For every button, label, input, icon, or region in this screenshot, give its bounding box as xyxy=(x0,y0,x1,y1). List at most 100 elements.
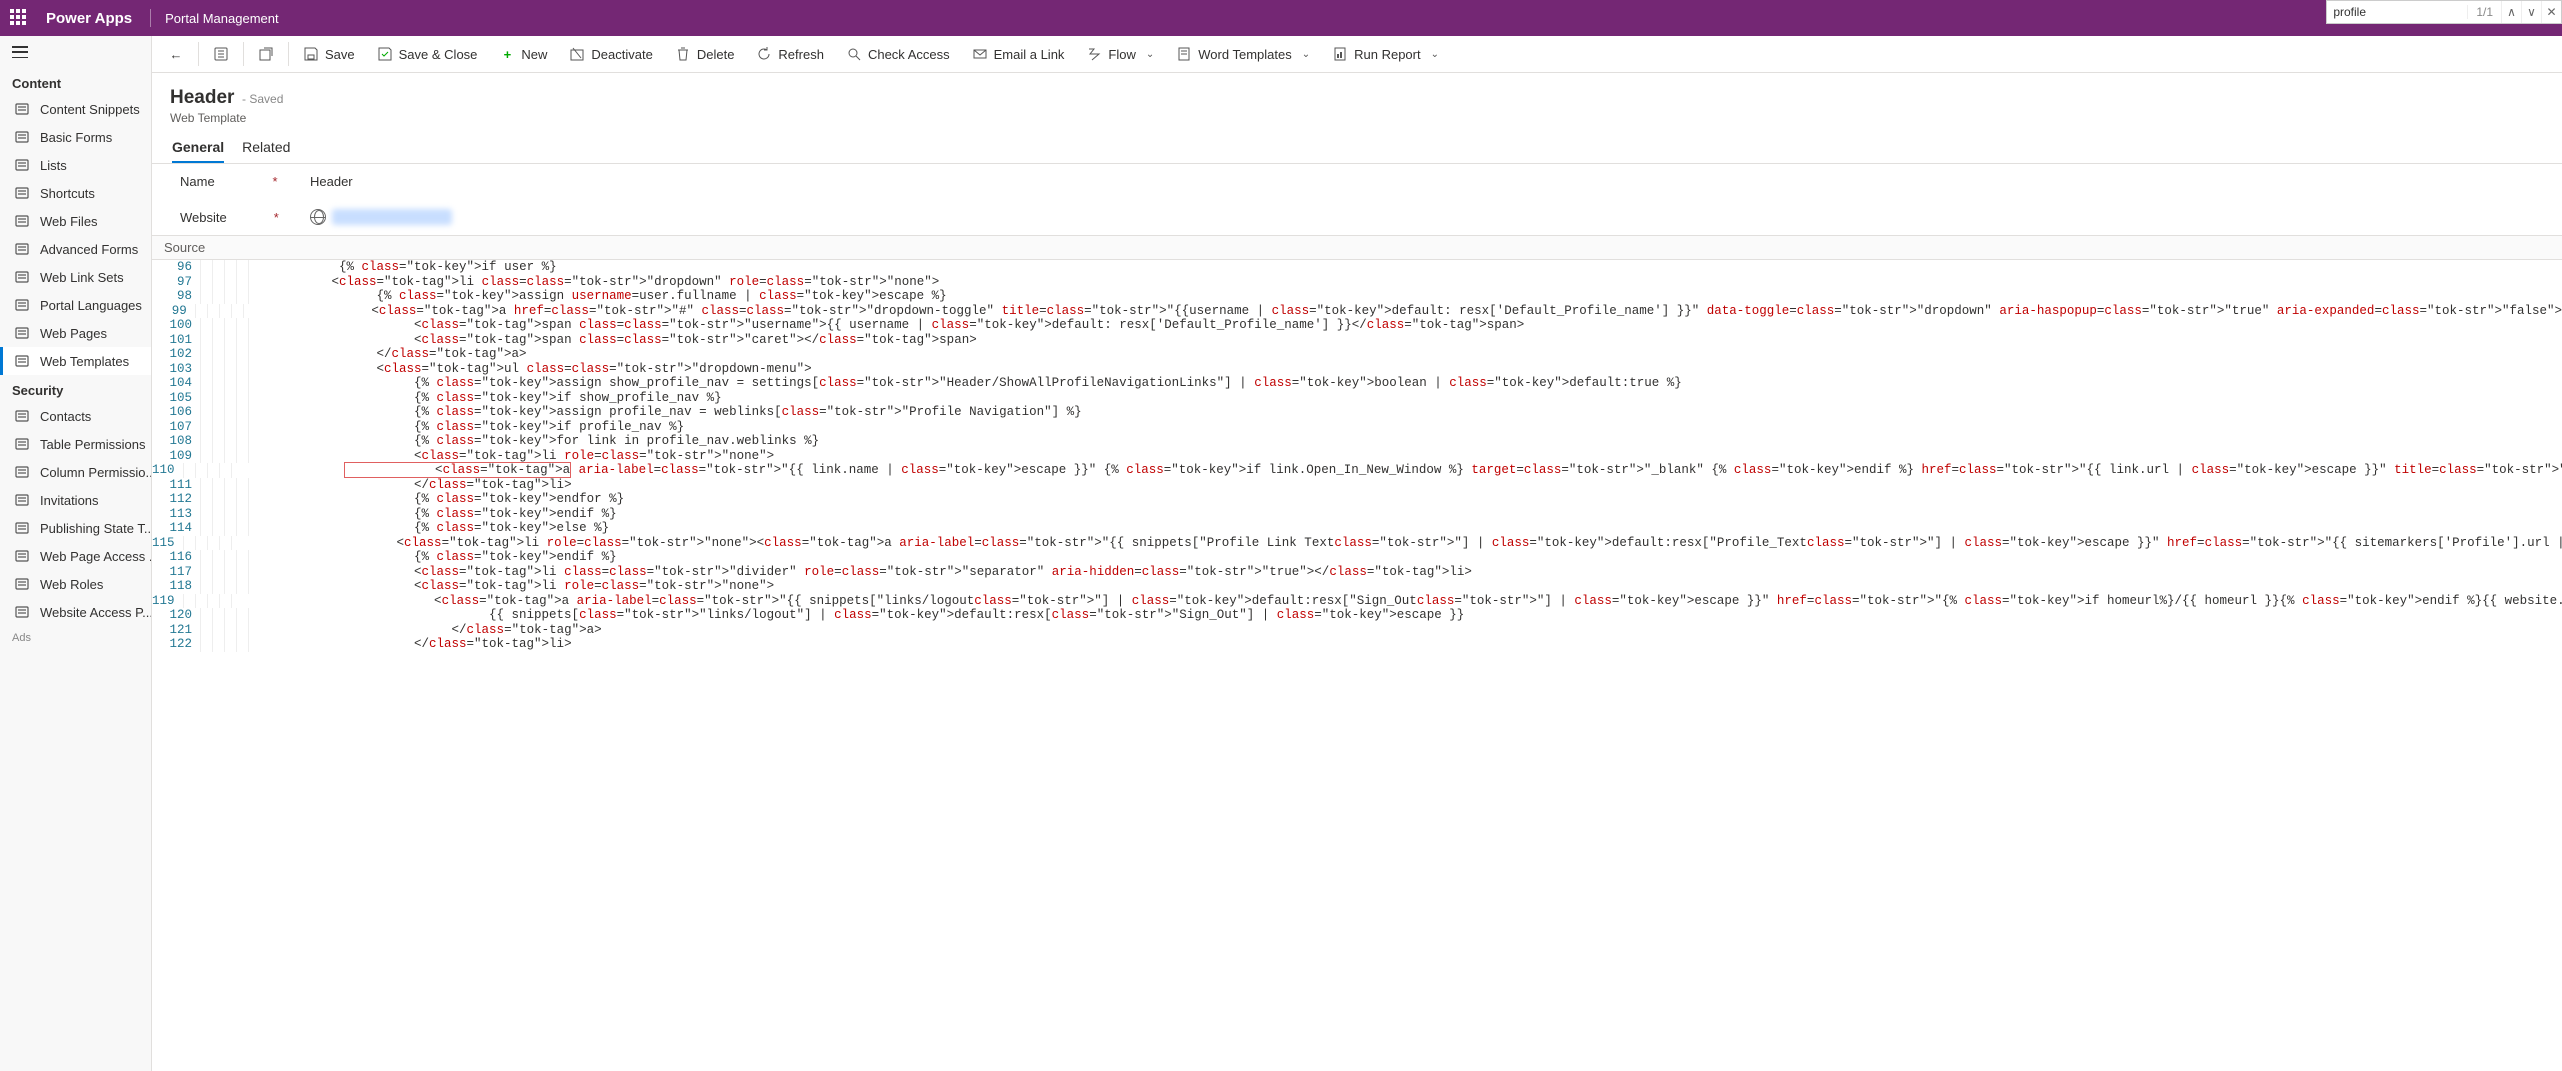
code-line[interactable]: 109 <class="tok-tag">li role=class="tok-… xyxy=(152,449,2562,464)
nav-footer-ads: Ads xyxy=(0,626,151,650)
nav-item-label: Web Link Sets xyxy=(40,270,124,285)
code-line[interactable]: 112 {% class="tok-key">endfor %} xyxy=(152,492,2562,507)
nav-item-icon xyxy=(14,129,30,145)
code-line[interactable]: 117 <class="tok-tag">li class=class="tok… xyxy=(152,565,2562,580)
sidebar-item-contacts[interactable]: Contacts xyxy=(0,402,151,430)
sidebar-item-table-permissions[interactable]: Table Permissions xyxy=(0,430,151,458)
name-input[interactable]: Header xyxy=(310,174,353,189)
plus-icon: + xyxy=(499,46,515,62)
record-set-button[interactable] xyxy=(203,36,239,72)
code-line[interactable]: 101 <class="tok-tag">span class=class="t… xyxy=(152,333,2562,348)
new-button[interactable]: +New xyxy=(489,36,557,72)
code-line[interactable]: 103 <class="tok-tag">ul class=class="tok… xyxy=(152,362,2562,377)
nav-item-label: Contacts xyxy=(40,409,91,424)
nav-item-label: Lists xyxy=(40,158,67,173)
field-row-name: Name * Header xyxy=(152,164,2562,199)
find-input[interactable]: profile xyxy=(2327,5,2467,19)
nav-item-icon xyxy=(14,185,30,201)
nav-toggle-button[interactable] xyxy=(0,36,151,68)
code-line[interactable]: 115 <class="tok-tag">li role=class="tok-… xyxy=(152,536,2562,551)
run-report-button[interactable]: Run Report⌄ xyxy=(1322,36,1449,72)
sidebar-item-publishing-states[interactable]: Publishing State T... xyxy=(0,514,151,542)
sidebar-item-invitations[interactable]: Invitations xyxy=(0,486,151,514)
deactivate-button[interactable]: Deactivate xyxy=(559,36,662,72)
code-line[interactable]: 108 {% class="tok-key">for link in profi… xyxy=(152,434,2562,449)
code-line[interactable]: 97 <class="tok-tag">li class=class="tok-… xyxy=(152,275,2562,290)
sidebar-item-website-access[interactable]: Website Access P... xyxy=(0,598,151,626)
main-content: ← Save Save & Close +New Deactivate Dele… xyxy=(152,36,2562,1071)
check-access-button[interactable]: Check Access xyxy=(836,36,960,72)
sidebar-item-portal-languages[interactable]: Portal Languages xyxy=(0,291,151,319)
tab-general[interactable]: General xyxy=(172,139,224,164)
code-line[interactable]: 99 <class="tok-tag">a href=class="tok-st… xyxy=(152,304,2562,319)
code-line[interactable]: 96 {% class="tok-key">if user %} xyxy=(152,260,2562,275)
find-close-icon[interactable]: ✕ xyxy=(2541,1,2561,23)
sidebar-item-shortcuts[interactable]: Shortcuts xyxy=(0,179,151,207)
delete-button[interactable]: Delete xyxy=(665,36,745,72)
code-line[interactable]: 116 {% class="tok-key">endif %} xyxy=(152,550,2562,565)
line-number: 104 xyxy=(152,376,200,391)
sidebar-item-web-page-access[interactable]: Web Page Access ... xyxy=(0,542,151,570)
word-icon xyxy=(1176,46,1192,62)
code-line[interactable]: 121 </class="tok-tag">a> xyxy=(152,623,2562,638)
code-line[interactable]: 118 <class="tok-tag">li role=class="tok-… xyxy=(152,579,2562,594)
source-editor[interactable]: 96 {% class="tok-key">if user %}97 <clas… xyxy=(152,260,2562,1071)
code-line[interactable]: 102 </class="tok-tag">a> xyxy=(152,347,2562,362)
code-line[interactable]: 119 <class="tok-tag">a aria-label=class=… xyxy=(152,594,2562,609)
code-line[interactable]: 110 <class="tok-tag">a aria-label=class=… xyxy=(152,463,2562,478)
sidebar-item-web-roles[interactable]: Web Roles xyxy=(0,570,151,598)
sidebar-item-advanced-forms[interactable]: Advanced Forms xyxy=(0,235,151,263)
popout-icon xyxy=(258,46,274,62)
line-number: 106 xyxy=(152,405,200,420)
page-title: Header xyxy=(170,87,234,109)
app-launcher-icon[interactable] xyxy=(10,9,28,27)
trash-icon xyxy=(675,46,691,62)
code-line[interactable]: 106 {% class="tok-key">assign profile_na… xyxy=(152,405,2562,420)
refresh-button[interactable]: Refresh xyxy=(746,36,834,72)
website-lookup[interactable] xyxy=(310,209,452,225)
nav-item-label: Web Files xyxy=(40,214,98,229)
nav-item-label: Table Permissions xyxy=(40,437,146,452)
open-new-window-button[interactable] xyxy=(248,36,284,72)
sidebar-item-web-files[interactable]: Web Files xyxy=(0,207,151,235)
refresh-icon xyxy=(756,46,772,62)
header-divider xyxy=(150,9,151,27)
line-number: 117 xyxy=(152,565,200,580)
code-line[interactable]: 100 <class="tok-tag">span class=class="t… xyxy=(152,318,2562,333)
line-number: 102 xyxy=(152,347,200,362)
save-close-button[interactable]: Save & Close xyxy=(367,36,488,72)
find-next-icon[interactable]: ∨ xyxy=(2521,1,2541,23)
code-line[interactable]: 104 {% class="tok-key">assign show_profi… xyxy=(152,376,2562,391)
sidebar-item-column-permissions[interactable]: Column Permissio... xyxy=(0,458,151,486)
save-button[interactable]: Save xyxy=(293,36,365,72)
chevron-down-icon: ⌄ xyxy=(1146,49,1154,60)
nav-item-icon xyxy=(14,464,30,480)
code-line[interactable]: 113 {% class="tok-key">endif %} xyxy=(152,507,2562,522)
code-line[interactable]: 122 </class="tok-tag">li> xyxy=(152,637,2562,652)
nav-item-icon xyxy=(14,492,30,508)
search-check-icon xyxy=(846,46,862,62)
sidebar-item-web-link-sets[interactable]: Web Link Sets xyxy=(0,263,151,291)
flow-button[interactable]: Flow⌄ xyxy=(1076,36,1164,72)
sidebar-item-content-snippets[interactable]: Content Snippets xyxy=(0,95,151,123)
line-number: 108 xyxy=(152,434,200,449)
code-line[interactable]: 111 </class="tok-tag">li> xyxy=(152,478,2562,493)
back-button[interactable]: ← xyxy=(158,36,194,72)
code-line[interactable]: 120 {{ snippets[class="tok-str">"links/l… xyxy=(152,608,2562,623)
tab-related[interactable]: Related xyxy=(242,139,290,164)
code-line[interactable]: 114 {% class="tok-key">else %} xyxy=(152,521,2562,536)
word-templates-button[interactable]: Word Templates⌄ xyxy=(1166,36,1320,72)
sidebar-item-web-pages[interactable]: Web Pages xyxy=(0,319,151,347)
sidebar-item-lists[interactable]: Lists xyxy=(0,151,151,179)
code-line[interactable]: 107 {% class="tok-key">if profile_nav %} xyxy=(152,420,2562,435)
nav-item-icon xyxy=(14,241,30,257)
code-line[interactable]: 105 {% class="tok-key">if show_profile_n… xyxy=(152,391,2562,406)
email-link-button[interactable]: Email a Link xyxy=(962,36,1075,72)
sidebar-item-basic-forms[interactable]: Basic Forms xyxy=(0,123,151,151)
website-value-redacted xyxy=(332,209,452,225)
sidebar-item-web-templates[interactable]: Web Templates xyxy=(0,347,151,375)
find-prev-icon[interactable]: ∧ xyxy=(2501,1,2521,23)
nav-item-label: Portal Languages xyxy=(40,298,142,313)
line-number: 116 xyxy=(152,550,200,565)
code-line[interactable]: 98 {% class="tok-key">assign username=us… xyxy=(152,289,2562,304)
